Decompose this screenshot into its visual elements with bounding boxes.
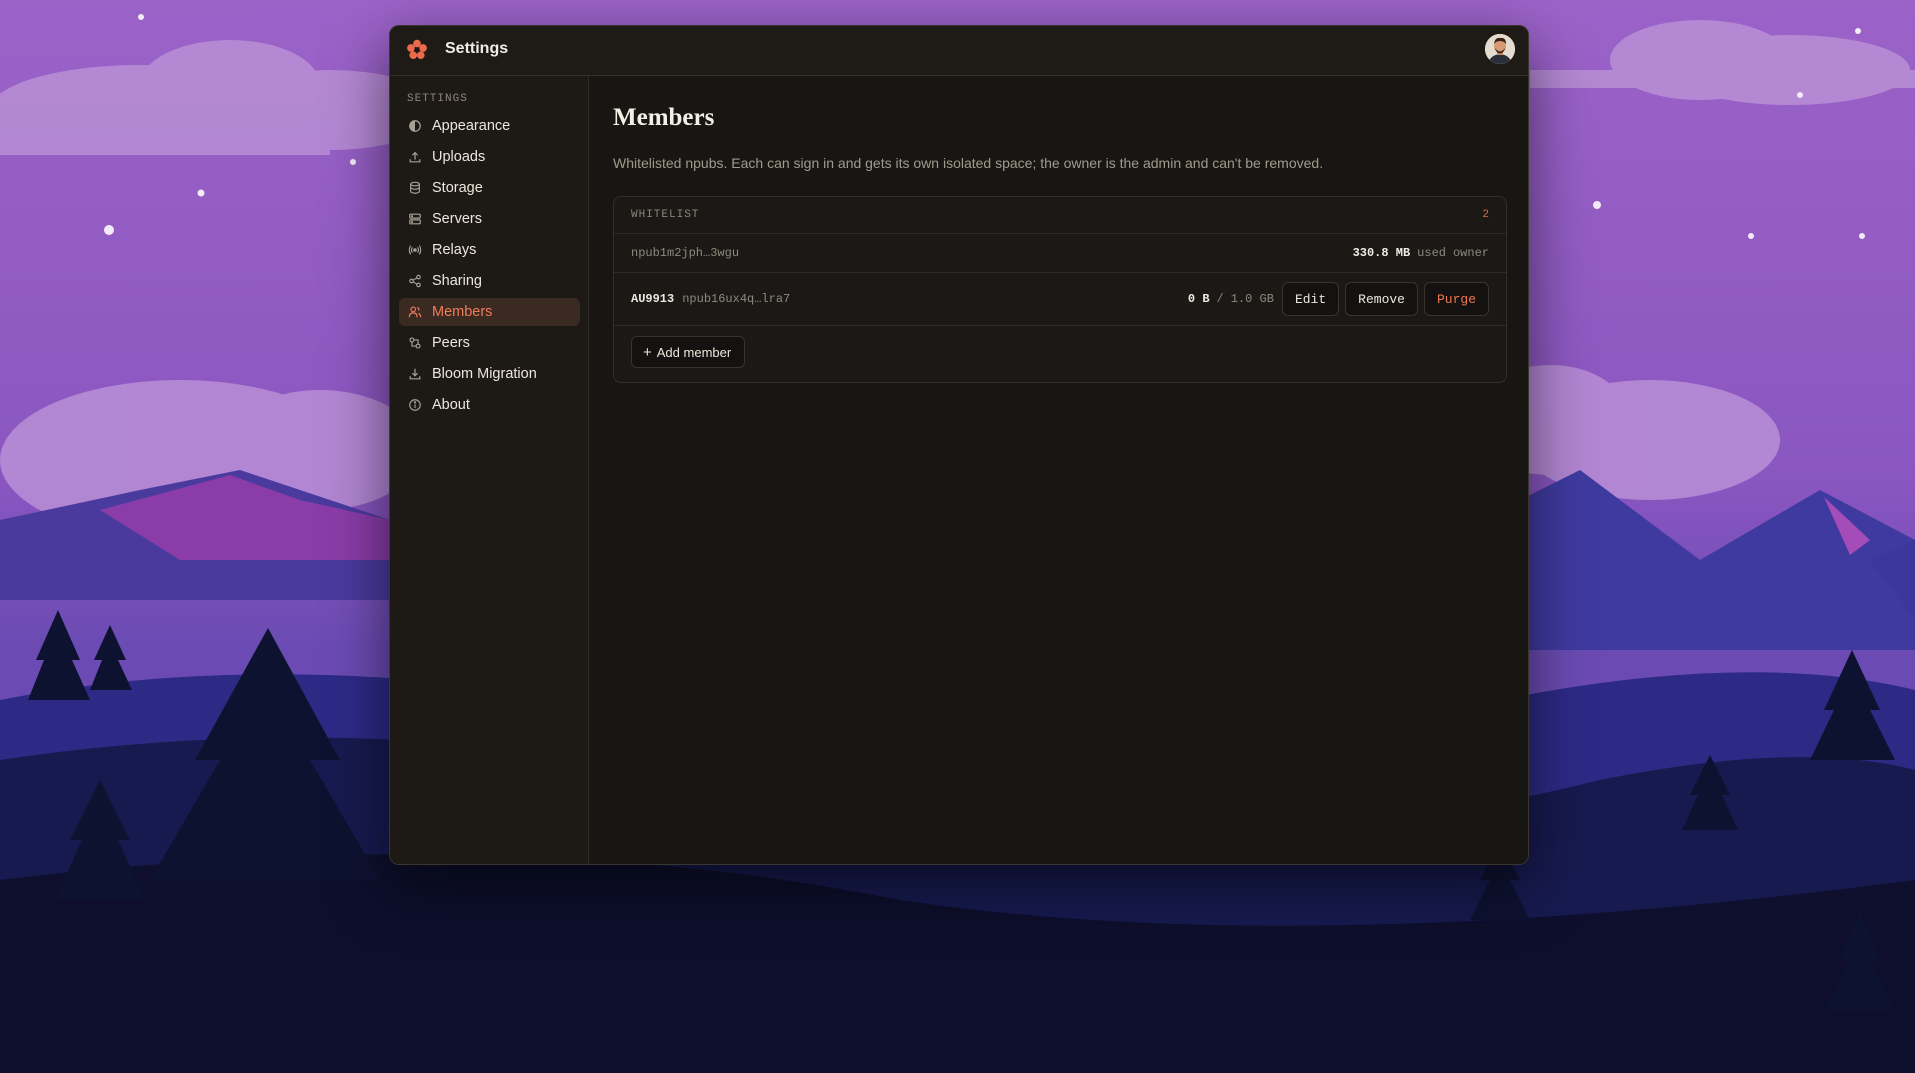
- sidebar-item-members[interactable]: Members: [399, 298, 580, 326]
- sidebar-item-label: About: [432, 397, 470, 413]
- sidebar-item-storage[interactable]: Storage: [399, 174, 580, 202]
- window-title: Settings: [445, 40, 509, 57]
- sidebar-item-peers[interactable]: Peers: [399, 329, 580, 357]
- whitelist-heading: WHITELIST: [631, 209, 700, 221]
- server-icon: [408, 212, 422, 226]
- member-npub: npub16ux4q…lra7: [682, 292, 791, 306]
- users-icon: [408, 305, 422, 319]
- owner-npub: npub1m2jph…3wgu: [631, 246, 740, 260]
- member-used: 0 B: [1187, 292, 1210, 306]
- radio-icon: [408, 243, 422, 257]
- sidebar-item-servers[interactable]: Servers: [399, 205, 580, 233]
- peers-icon: [408, 336, 422, 350]
- sidebar-item-label: Sharing: [432, 273, 482, 289]
- table-row: npub1m2jph…3wgu 330.8 MB used owner: [614, 234, 1506, 273]
- settings-window: Settings SETTINGS Appearance Uploads Sto…: [389, 25, 1529, 865]
- download-icon: [408, 367, 422, 381]
- settings-sidebar: SETTINGS Appearance Uploads Storage Serv…: [390, 76, 589, 864]
- sidebar-heading: SETTINGS: [407, 93, 468, 105]
- sidebar-item-label: Servers: [432, 211, 482, 227]
- sidebar-item-relays[interactable]: Relays: [399, 236, 580, 264]
- share-icon: [408, 274, 422, 288]
- user-avatar[interactable]: [1485, 34, 1515, 64]
- sidebar-item-label: Storage: [432, 180, 483, 196]
- sidebar-item-sharing[interactable]: Sharing: [399, 267, 580, 295]
- sidebar-item-label: Uploads: [432, 149, 486, 165]
- database-icon: [408, 181, 422, 195]
- contrast-icon: [408, 119, 422, 133]
- remove-button[interactable]: Remove: [1345, 282, 1418, 316]
- sidebar-item-label: Relays: [432, 242, 477, 258]
- sidebar-item-label: Members: [432, 304, 493, 320]
- sidebar-item-bloom-migration[interactable]: Bloom Migration: [399, 360, 580, 388]
- info-icon: [408, 398, 422, 412]
- sidebar-item-label: Bloom Migration: [432, 366, 537, 382]
- whitelist-card: WHITELIST 2 npub1m2jph…3wgu 330.8 MB use…: [613, 196, 1507, 383]
- sidebar-item-appearance[interactable]: Appearance: [399, 112, 580, 140]
- sidebar-nav: Appearance Uploads Storage Servers Relay…: [399, 112, 580, 422]
- add-member-label: Add member: [656, 344, 732, 360]
- add-member-button[interactable]: + Add member: [631, 336, 746, 368]
- titlebar: Settings: [390, 26, 1528, 76]
- page-description: Whitelisted npubs. Each can sign in and …: [613, 155, 1324, 171]
- flower-logo-icon: [406, 39, 428, 61]
- owner-role-badge: owner: [1452, 246, 1489, 260]
- member-usage-separator: /: [1216, 292, 1224, 306]
- owner-usage-suffix: used: [1417, 246, 1446, 260]
- sidebar-item-about[interactable]: About: [399, 391, 580, 419]
- member-name: AU9913: [631, 292, 675, 306]
- upload-icon: [408, 150, 422, 164]
- whitelist-header: WHITELIST 2: [614, 197, 1506, 234]
- owner-usage: 330.8 MB: [1352, 246, 1411, 260]
- table-row: AU9913 npub16ux4q…lra7 0 B / 1.0 GB Edit…: [614, 273, 1506, 326]
- main-content: Members Whitelisted npubs. Each can sign…: [590, 76, 1528, 864]
- edit-button[interactable]: Edit: [1281, 282, 1340, 316]
- member-quota: 1.0 GB: [1230, 292, 1274, 306]
- plus-icon: +: [643, 343, 652, 361]
- sidebar-item-label: Peers: [432, 335, 470, 351]
- purge-button[interactable]: Purge: [1423, 282, 1489, 316]
- whitelist-count: 2: [1482, 209, 1489, 221]
- page-title: Members: [613, 104, 715, 131]
- sidebar-item-uploads[interactable]: Uploads: [399, 143, 580, 171]
- sidebar-item-label: Appearance: [432, 118, 511, 134]
